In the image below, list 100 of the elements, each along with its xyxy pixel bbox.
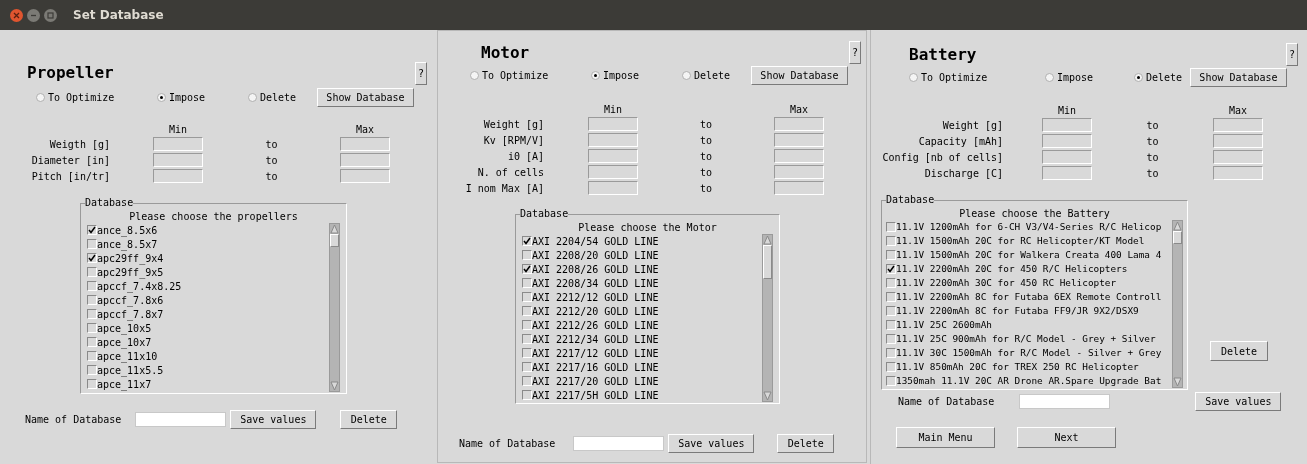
- checkbox[interactable]: [886, 222, 896, 232]
- checkbox[interactable]: [522, 320, 532, 330]
- show-database-button[interactable]: Show Database: [317, 88, 414, 107]
- scrollbar-thumb[interactable]: [1173, 231, 1182, 244]
- scrollbar[interactable]: [762, 234, 773, 402]
- input-field[interactable]: [588, 133, 638, 147]
- input-field[interactable]: [1042, 118, 1092, 132]
- checkbox[interactable]: [87, 295, 97, 305]
- input-field[interactable]: [340, 153, 390, 167]
- show-database-button[interactable]: Show Database: [1190, 68, 1287, 87]
- scroll-up-icon[interactable]: [330, 224, 339, 234]
- input-field[interactable]: [774, 133, 824, 147]
- checkbox[interactable]: [886, 362, 896, 372]
- checkbox[interactable]: [886, 292, 896, 302]
- checkbox[interactable]: [522, 376, 532, 386]
- checkbox[interactable]: [87, 351, 97, 361]
- radio-button[interactable]: [36, 93, 45, 102]
- checkbox[interactable]: [522, 250, 532, 260]
- help-button[interactable]: ?: [1286, 43, 1298, 66]
- checkbox[interactable]: [886, 334, 896, 344]
- scroll-down-icon[interactable]: [330, 381, 339, 391]
- checkbox[interactable]: [87, 379, 97, 389]
- input-field[interactable]: [588, 117, 638, 131]
- input-field[interactable]: [588, 181, 638, 195]
- save-values-button[interactable]: Save values: [230, 410, 317, 429]
- navigation-button[interactable]: Main Menu: [896, 427, 995, 448]
- checkbox[interactable]: [87, 281, 97, 291]
- database-name-field[interactable]: [135, 412, 227, 427]
- radio-button[interactable]: [909, 73, 918, 82]
- input-field[interactable]: [588, 165, 638, 179]
- scroll-up-icon[interactable]: [763, 235, 772, 245]
- checkbox[interactable]: [522, 292, 532, 302]
- checkbox[interactable]: [87, 225, 97, 235]
- checkbox[interactable]: [87, 309, 97, 319]
- radio-button[interactable]: [248, 93, 257, 102]
- delete-button[interactable]: Delete: [777, 434, 835, 453]
- checkbox[interactable]: [522, 348, 532, 358]
- save-values-button[interactable]: Save values: [1195, 392, 1282, 411]
- save-values-button[interactable]: Save values: [668, 434, 755, 453]
- radio-button[interactable]: [1134, 73, 1143, 82]
- radio-button[interactable]: [591, 71, 600, 80]
- checkbox[interactable]: [886, 320, 896, 330]
- database-name-field[interactable]: [573, 436, 665, 451]
- scroll-up-icon[interactable]: [1173, 221, 1182, 231]
- radio-button[interactable]: [157, 93, 166, 102]
- input-field[interactable]: [340, 169, 390, 183]
- minimize-icon[interactable]: [27, 8, 40, 22]
- delete-button[interactable]: Delete: [340, 410, 398, 429]
- input-field[interactable]: [1213, 134, 1263, 148]
- checkbox[interactable]: [886, 306, 896, 316]
- radio-button[interactable]: [682, 71, 691, 80]
- show-database-button[interactable]: Show Database: [751, 66, 848, 85]
- input-field[interactable]: [1213, 166, 1263, 180]
- close-icon[interactable]: [10, 8, 23, 22]
- input-field[interactable]: [153, 169, 203, 183]
- checkbox[interactable]: [886, 236, 896, 246]
- checkbox[interactable]: [522, 306, 532, 316]
- input-field[interactable]: [774, 165, 824, 179]
- help-button[interactable]: ?: [849, 41, 861, 64]
- checkbox[interactable]: [87, 253, 97, 263]
- checkbox[interactable]: [87, 267, 97, 277]
- checkbox[interactable]: [522, 236, 532, 246]
- maximize-icon[interactable]: [44, 8, 57, 22]
- radio-button[interactable]: [470, 71, 479, 80]
- scrollbar-thumb[interactable]: [330, 234, 339, 247]
- checkbox[interactable]: [522, 278, 532, 288]
- checkbox[interactable]: [886, 250, 896, 260]
- scrollbar[interactable]: [1172, 220, 1183, 388]
- checkbox[interactable]: [522, 390, 532, 400]
- input-field[interactable]: [774, 117, 824, 131]
- checkbox[interactable]: [87, 239, 97, 249]
- checkbox[interactable]: [522, 264, 532, 274]
- input-field[interactable]: [1042, 150, 1092, 164]
- checkbox[interactable]: [886, 264, 896, 274]
- input-field[interactable]: [1213, 150, 1263, 164]
- checkbox[interactable]: [522, 334, 532, 344]
- input-field[interactable]: [1042, 134, 1092, 148]
- scroll-down-icon[interactable]: [1173, 377, 1182, 387]
- help-button[interactable]: ?: [415, 61, 427, 85]
- input-field[interactable]: [774, 181, 824, 195]
- navigation-button[interactable]: Next: [1017, 427, 1116, 448]
- scroll-down-icon[interactable]: [763, 391, 772, 401]
- input-field[interactable]: [1042, 166, 1092, 180]
- delete-button[interactable]: Delete: [1210, 341, 1268, 361]
- checkbox[interactable]: [886, 376, 896, 386]
- checkbox[interactable]: [87, 365, 97, 375]
- radio-button[interactable]: [1045, 73, 1054, 82]
- input-field[interactable]: [153, 153, 203, 167]
- checkbox[interactable]: [522, 362, 532, 372]
- checkbox[interactable]: [886, 278, 896, 288]
- input-field[interactable]: [153, 137, 203, 151]
- checkbox[interactable]: [87, 337, 97, 347]
- input-field[interactable]: [1213, 118, 1263, 132]
- input-field[interactable]: [340, 137, 390, 151]
- checkbox[interactable]: [886, 348, 896, 358]
- input-field[interactable]: [774, 149, 824, 163]
- input-field[interactable]: [588, 149, 638, 163]
- database-name-field[interactable]: [1019, 394, 1111, 409]
- checkbox[interactable]: [87, 323, 97, 333]
- scrollbar[interactable]: [329, 223, 340, 392]
